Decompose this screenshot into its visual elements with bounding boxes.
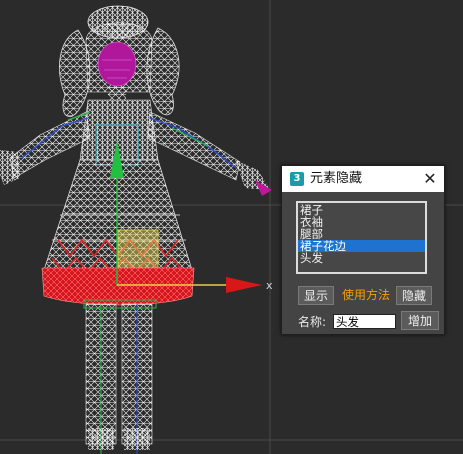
character-wireframe bbox=[0, 5, 272, 454]
list-item[interactable]: 头发 bbox=[298, 252, 425, 264]
dialog-title: 元素隐藏 bbox=[310, 171, 363, 186]
element-listbox[interactable]: 裙子 衣袖 腿部 裙子花边 头发 bbox=[296, 201, 427, 274]
hide-button[interactable]: 隐藏 bbox=[396, 286, 432, 305]
show-button[interactable]: 显示 bbox=[298, 286, 334, 305]
dialog-titlebar[interactable]: 3 元素隐藏 ✕ bbox=[282, 166, 444, 192]
close-icon[interactable]: ✕ bbox=[420, 169, 440, 189]
3dsmax-app-icon: 3 bbox=[290, 172, 304, 186]
axis-x-label: x bbox=[266, 279, 273, 292]
usage-link[interactable]: 使用方法 bbox=[342, 286, 390, 305]
add-button[interactable]: 增加 bbox=[401, 311, 439, 330]
name-input[interactable] bbox=[333, 314, 396, 329]
element-hide-dialog: 3 元素隐藏 ✕ 裙子 衣袖 腿部 裙子花边 头发 显示 使用方法 隐藏 名称:… bbox=[281, 165, 445, 335]
name-label: 名称: bbox=[298, 315, 327, 329]
